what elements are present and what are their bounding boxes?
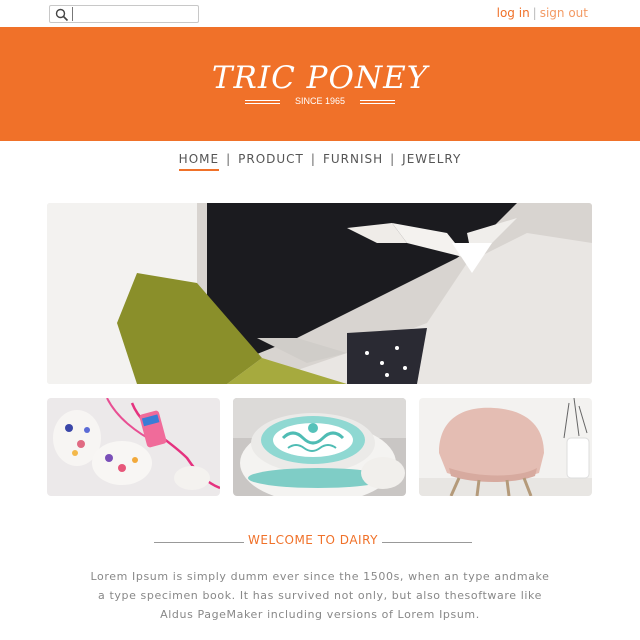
auth-links: log in | sign out [497,6,588,20]
decorative-double-line [360,100,395,104]
thumbnail-bowls[interactable] [233,398,406,496]
top-bar: log in | sign out [0,0,640,27]
bowls-photo-icon [233,398,406,496]
search-box[interactable] [49,5,199,23]
nav-item-jewelry[interactable]: JEWELRY [402,152,461,166]
chair-photo-icon [419,398,592,496]
thumbnail-jewelry[interactable] [47,398,220,496]
decor-photo-icon [47,203,592,384]
main-nav: HOME | PRODUCT | FURNISH | JEWELRY [0,152,640,171]
thumbnail-chair[interactable] [419,398,592,496]
heading-divider [154,542,244,543]
nav-separator: | [226,152,232,166]
welcome-heading: WELCOME TO DAIRY [0,533,640,553]
brand-banner: TRIC PONEY SINCE 1965 [0,27,640,141]
nav-separator: | [390,152,396,166]
welcome-text-line: Aldus PageMaker including versions of Lo… [160,608,480,621]
nav-separator: | [310,152,316,166]
welcome-text: Lorem Ipsum is simply dumm ever since th… [80,567,560,624]
auth-separator: | [532,6,537,20]
signout-link[interactable]: sign out [540,6,588,20]
brand-logo[interactable]: TRIC PONEY [0,60,640,96]
login-link[interactable]: log in [497,6,530,20]
welcome-text-line: Lorem Ipsum is simply dumm ever since th… [90,570,550,583]
search-icon[interactable] [55,8,69,22]
heading-divider [382,542,472,543]
nav-item-home[interactable]: HOME [178,152,220,171]
welcome-text-line: a type specimen book. It has survived no… [98,589,542,602]
since-tagline: SINCE 1965 [245,95,395,109]
nav-item-furnish[interactable]: FURNISH [323,152,383,166]
search-input[interactable] [72,7,194,21]
hero-image[interactable] [47,203,592,384]
nav-item-product[interactable]: PRODUCT [238,152,304,166]
jewelry-photo-icon [47,398,220,496]
welcome-title: WELCOME TO DAIRY [248,533,378,547]
